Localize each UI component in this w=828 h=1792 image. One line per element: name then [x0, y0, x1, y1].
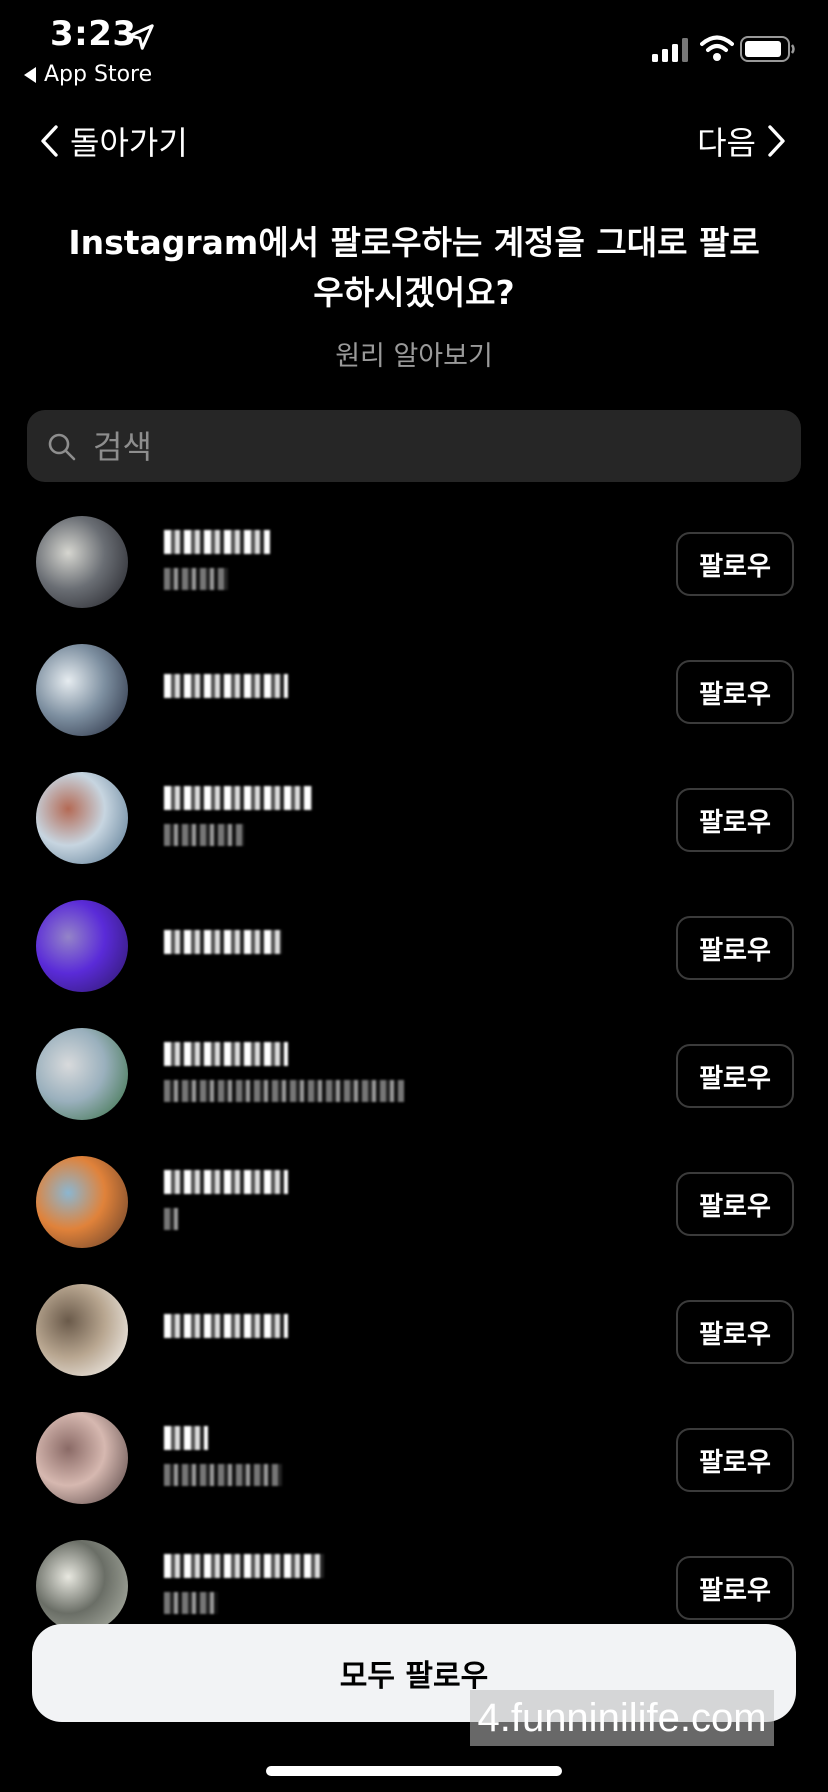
username-obscured: [164, 1314, 288, 1338]
username-obscured: [164, 1170, 288, 1194]
search-bar[interactable]: [27, 410, 801, 484]
battery-icon: [740, 36, 795, 62]
back-triangle-icon: [24, 66, 36, 83]
username-obscured: [164, 1042, 288, 1066]
username-obscured: [164, 674, 288, 698]
account-list: 팔로우 팔로우 팔로우 팔로우 팔로우 팔로우 팔로우 팔로우 팔로우: [0, 512, 828, 1664]
account-row: 팔로우: [0, 1408, 828, 1536]
follow-button[interactable]: 팔로우: [676, 1172, 794, 1236]
fullname-obscured: [164, 568, 228, 590]
username-obscured: [164, 1554, 324, 1578]
back-app-label: App Store: [44, 62, 153, 87]
search-input[interactable]: [91, 410, 775, 484]
avatar[interactable]: [36, 1284, 128, 1376]
follow-button[interactable]: 팔로우: [676, 1556, 794, 1620]
watermark: 4.funninilife.com: [470, 1690, 774, 1746]
status-time: 3:23: [50, 14, 137, 54]
avatar[interactable]: [36, 1028, 128, 1120]
fullname-obscured: [164, 1080, 404, 1102]
back-to-app-store[interactable]: App Store: [24, 62, 152, 87]
avatar[interactable]: [36, 516, 128, 608]
follow-button[interactable]: 팔로우: [676, 1300, 794, 1364]
chevron-left-icon: [41, 125, 58, 157]
location-arrow-icon: [128, 24, 154, 50]
fullname-obscured: [164, 824, 244, 846]
top-nav: 돌아가기 다음: [0, 110, 828, 170]
fullname-obscured: [164, 1208, 178, 1230]
page-heading: Instagram에서 팔로우하는 계정을 그대로 팔로우하시겠어요?: [68, 223, 760, 312]
back-button[interactable]: 돌아가기: [38, 118, 188, 164]
follow-button[interactable]: 팔로우: [676, 1428, 794, 1492]
avatar[interactable]: [36, 900, 128, 992]
account-row: 팔로우: [0, 512, 828, 640]
avatar[interactable]: [36, 1540, 128, 1632]
next-label: 다음: [697, 124, 756, 162]
avatar[interactable]: [36, 1156, 128, 1248]
home-indicator: [266, 1766, 562, 1776]
fullname-obscured: [164, 1592, 218, 1614]
learn-more-link[interactable]: 원리 알아보기: [0, 334, 828, 373]
search-icon: [48, 433, 76, 461]
account-row: 팔로우: [0, 1280, 828, 1408]
username-obscured: [164, 786, 312, 810]
account-row: 팔로우: [0, 1152, 828, 1280]
avatar[interactable]: [36, 772, 128, 864]
account-row: 팔로우: [0, 640, 828, 768]
follow-button[interactable]: 팔로우: [676, 916, 794, 980]
username-obscured: [164, 930, 282, 954]
account-row: 팔로우: [0, 896, 828, 1024]
follow-button[interactable]: 팔로우: [676, 532, 794, 596]
account-row: 팔로우: [0, 768, 828, 896]
username-obscured: [164, 1426, 208, 1450]
follow-button[interactable]: 팔로우: [676, 788, 794, 852]
follow-button[interactable]: 팔로우: [676, 660, 794, 724]
next-button[interactable]: 다음: [697, 118, 788, 164]
account-row: 팔로우: [0, 1024, 828, 1152]
back-label: 돌아가기: [70, 124, 188, 162]
follow-button[interactable]: 팔로우: [676, 1044, 794, 1108]
avatar[interactable]: [36, 1412, 128, 1504]
status-bar: 3:23 App Store: [0, 0, 828, 100]
username-obscured: [164, 530, 270, 554]
cellular-signal-icon: [652, 38, 688, 62]
wifi-icon: [700, 35, 734, 61]
avatar[interactable]: [36, 644, 128, 736]
chevron-right-icon: [768, 125, 785, 157]
fullname-obscured: [164, 1464, 282, 1486]
